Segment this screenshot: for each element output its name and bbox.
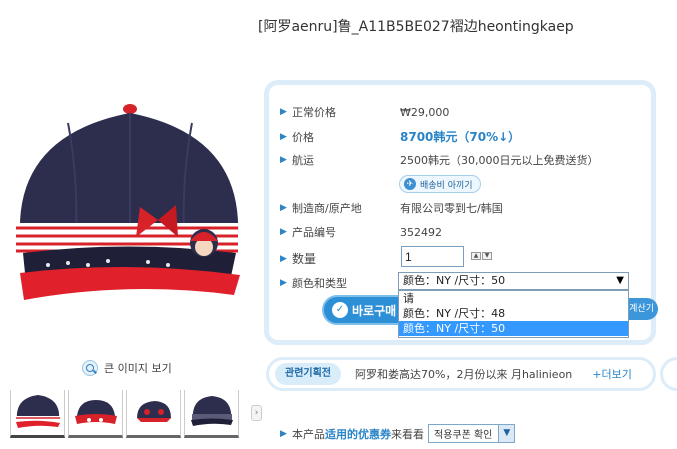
info-label: 数量 [292, 252, 317, 266]
thumbnail-3[interactable] [126, 390, 181, 438]
chevron-down-icon: ▼ [616, 275, 624, 286]
thumbnail-strip [10, 390, 239, 438]
sale-price: 8700韩元（70%↓） [400, 130, 521, 144]
related-promo-bar: 관련기획전 阿罗和娄高达70%，2月份以来 月halinieon +더보기 [266, 357, 656, 391]
related-promo-tag[interactable]: 관련기획전 [275, 363, 341, 385]
bullet-arrow-icon: ▶ [280, 428, 287, 439]
shipping-save-label: 배송비 아끼기 [420, 180, 473, 191]
info-value: 352492 [400, 225, 442, 239]
info-row-manufacturer: ▶ 制造商/原产地 有限公司零到七/韩国 [280, 200, 503, 216]
option-dropdown-list: 请 颜色：NY /尺寸：48 颜色：NY /尺寸：50 [398, 290, 629, 338]
option-select[interactable]: 颜色：NY /尺寸：50 ▼ [398, 272, 629, 290]
info-row-product-number: ▶ 产品编号 352492 [280, 224, 442, 240]
info-row-price: ▶ 价格 8700韩元（70%↓） [280, 128, 520, 145]
info-value: ₩29,000 [400, 105, 450, 119]
thumbnail-cap-image [75, 400, 117, 424]
bullet-arrow-icon: ▶ [280, 131, 287, 142]
bullet-arrow-icon: ▶ [280, 278, 287, 288]
bullet-arrow-icon: ▶ [280, 155, 287, 165]
zoom-image-link[interactable]: 큰 이미지 보기 [82, 360, 172, 376]
info-value: 有限公司零到七/韩国 [400, 202, 503, 215]
info-label: 制造商/原产地 [292, 202, 362, 215]
chevron-down-icon: ▼ [498, 425, 515, 442]
quantity-down-button[interactable]: ▼ [482, 252, 492, 260]
coupon-highlight: 适用的优惠券 [325, 427, 391, 441]
thumbnail-4[interactable] [184, 390, 239, 438]
bullet-arrow-icon: ▶ [280, 107, 287, 117]
buy-now-button[interactable]: ✓ 바로구매 [322, 295, 402, 325]
quantity-up-button[interactable]: ▲ [471, 252, 481, 260]
info-label: 产品编号 [292, 226, 336, 239]
info-label: 正常价格 [292, 106, 336, 119]
option-item[interactable]: 颜色：NY /尺寸：48 [399, 306, 628, 321]
calculator-button[interactable]: 계산기 [628, 298, 658, 320]
bullet-arrow-icon: ▶ [280, 203, 287, 213]
option-item-selected[interactable]: 颜色：NY /尺寸：50 [399, 321, 628, 336]
thumbnail-1[interactable] [10, 390, 65, 438]
option-item[interactable]: 请 [399, 291, 628, 306]
coupon-check-select[interactable]: 적용쿠폰 확인 ▼ [428, 424, 516, 443]
info-value: 2500韩元（30,000日元以上免费送货） [400, 154, 599, 167]
option-select-value: 颜色：NY /尺寸：50 [403, 274, 506, 287]
info-row-quantity: ▶ 数量 [280, 250, 400, 267]
info-row-color-type: ▶ 颜色和类型 [280, 275, 400, 291]
zoom-image-label: 큰 이미지 보기 [104, 362, 172, 375]
thumbnail-cap-image [191, 396, 233, 426]
info-label: 价格 [292, 130, 314, 144]
buy-now-label: 바로구매 [352, 303, 397, 318]
info-label: 颜色和类型 [292, 277, 347, 290]
thumbnail-next-button[interactable]: › [251, 405, 262, 421]
coupon-prefix: 本产品 [292, 427, 325, 441]
thumbnail-cap-image [137, 401, 171, 422]
coupon-check-label: 적용쿠폰 확인 [434, 430, 493, 441]
product-image [8, 95, 248, 310]
bullet-arrow-icon: ▶ [280, 227, 287, 237]
info-row-regular-price: ▶ 正常价格 ₩29,000 [280, 104, 449, 120]
bullet-arrow-icon: ▶ [280, 253, 287, 264]
info-row-shipping: ▶ 航运 2500韩元（30,000日元以上免费送货） [280, 152, 598, 168]
shipping-save-button[interactable]: ✈ 배송비 아끼기 [399, 175, 481, 193]
truck-icon: ✈ [404, 178, 416, 190]
coupon-suffix: 来看看 [391, 427, 424, 441]
cart-icon: ✓ [332, 302, 348, 318]
coupon-row: ▶ 本产品 适用的优惠券 来看看 적용쿠폰 확인 ▼ [280, 424, 516, 443]
quantity-input[interactable] [401, 246, 464, 267]
thumbnail-cap-image [16, 395, 60, 428]
info-label: 航运 [292, 154, 314, 167]
promo-more-link[interactable]: +더보기 [592, 366, 632, 382]
promo-side-edge [660, 357, 677, 391]
thumbnail-2[interactable] [68, 390, 123, 438]
promo-text[interactable]: 阿罗和娄高达70%，2月份以来 月halinieon [355, 366, 572, 382]
quantity-stepper: ▲ ▼ [471, 252, 492, 260]
magnifier-icon [82, 360, 98, 376]
product-title: [阿罗aenru]鲁_A11B5BE027褶边heontingkaep [258, 19, 574, 35]
chevron-right-icon: › [254, 408, 259, 418]
